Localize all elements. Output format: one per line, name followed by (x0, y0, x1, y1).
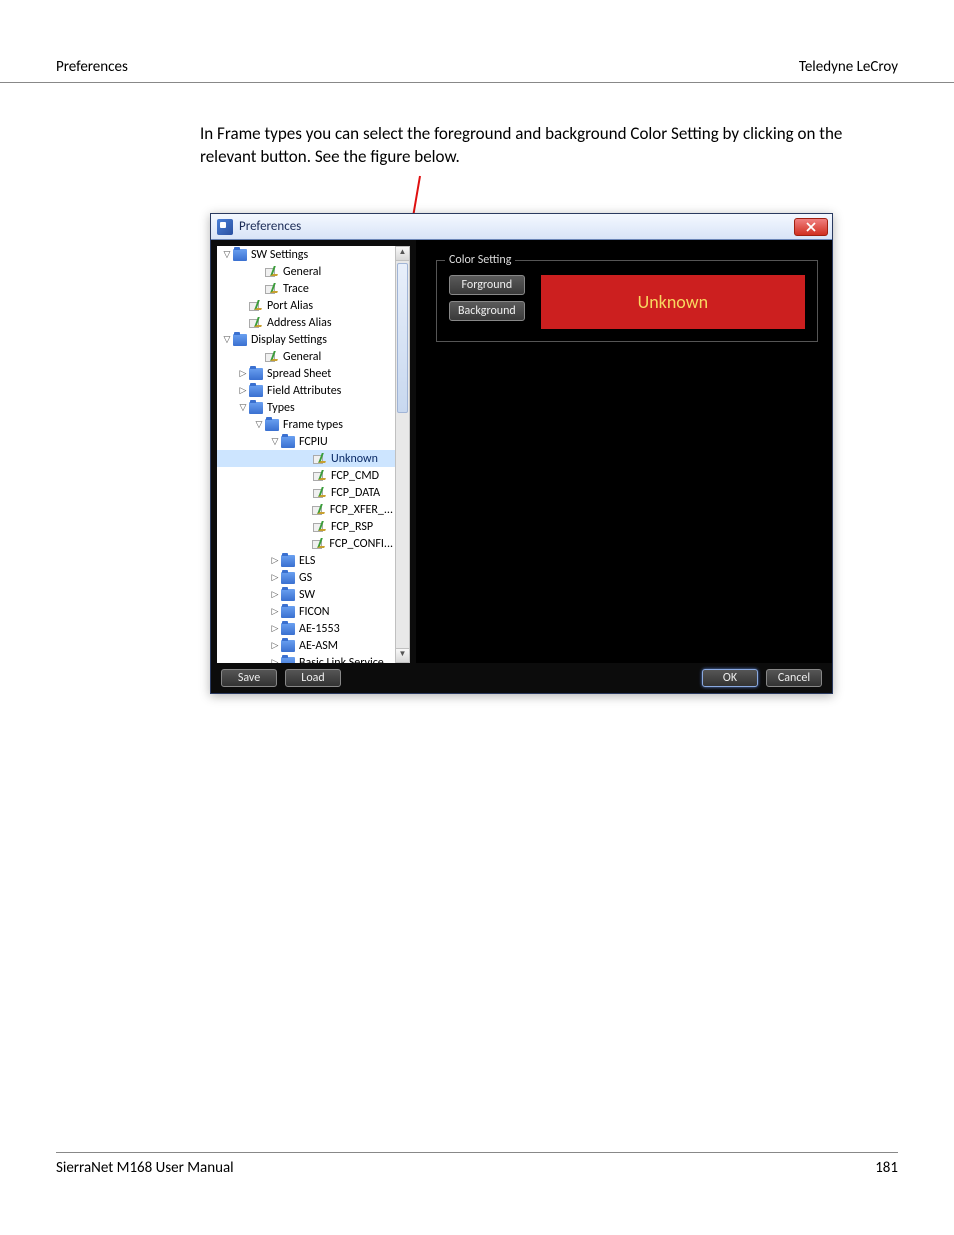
chevron-down-icon: ▽ (269, 436, 281, 447)
leaf-icon (265, 283, 279, 294)
scroll-down-button[interactable]: ▼ (396, 648, 409, 662)
chevron-right-icon: ▷ (269, 657, 281, 663)
tree-item-bls[interactable]: ▷Basic Link Service (217, 654, 395, 663)
tree-item-display-settings[interactable]: ▽Display Settings (217, 331, 395, 348)
leaf-icon (249, 317, 263, 328)
folder-icon (281, 572, 295, 584)
tree-item-els[interactable]: ▷ELS (217, 552, 395, 569)
close-icon (806, 222, 816, 232)
folder-icon (281, 555, 295, 567)
scroll-up-button[interactable]: ▲ (396, 247, 409, 261)
tree-item-aeasm[interactable]: ▷AE-ASM (217, 637, 395, 654)
tree-scrollbar[interactable]: ▲ ▼ (395, 246, 410, 663)
folder-icon (281, 657, 295, 664)
tree-item-trace[interactable]: Trace (217, 280, 395, 297)
tree-item-unknown[interactable]: Unknown (217, 450, 395, 467)
leaf-icon (265, 351, 279, 362)
chevron-down-icon: ▽ (221, 334, 233, 345)
tree-item-ae1553[interactable]: ▷AE-1553 (217, 620, 395, 637)
footer-page-number: 181 (875, 1159, 898, 1177)
ok-button[interactable]: OK (702, 669, 758, 687)
chevron-right-icon: ▷ (237, 368, 249, 379)
leaf-icon (312, 538, 325, 549)
tree-item-sw-settings[interactable]: ▽SW Settings (217, 246, 395, 263)
tree-item-sw[interactable]: ▷SW (217, 586, 395, 603)
tree-item-fcp-cmd[interactable]: FCP_CMD (217, 467, 395, 484)
load-button[interactable]: Load (285, 669, 341, 687)
folder-icon (281, 606, 295, 618)
tree-item-general[interactable]: General (217, 263, 395, 280)
folder-icon (233, 249, 247, 261)
app-icon (217, 219, 233, 235)
chevron-right-icon: ▷ (269, 623, 281, 634)
tree-item-fcp-confi[interactable]: FCP_CONFI... (217, 535, 395, 552)
folder-icon (281, 623, 295, 635)
scroll-thumb[interactable] (397, 263, 408, 413)
save-button[interactable]: Save (221, 669, 277, 687)
leaf-icon (249, 300, 263, 311)
fieldset-legend: Color Setting (445, 253, 515, 267)
header-left: Preferences (56, 58, 128, 76)
dialog-button-bar: Save Load OK Cancel (211, 663, 832, 693)
folder-icon (281, 640, 295, 652)
settings-tree[interactable]: ▽SW Settings General Trace Port Alias Ad… (217, 246, 395, 663)
tree-item-fcp-xfer[interactable]: FCP_XFER_... (217, 501, 395, 518)
tree-item-ficon[interactable]: ▷FICON (217, 603, 395, 620)
folder-icon (265, 419, 279, 431)
cancel-button[interactable]: Cancel (766, 669, 822, 687)
tree-item-ds-general[interactable]: General (217, 348, 395, 365)
close-button[interactable] (794, 218, 828, 236)
leaf-icon (313, 521, 327, 532)
color-setting-panel: Color Setting Forground Background Unkno… (416, 240, 832, 663)
folder-icon (249, 385, 263, 397)
color-setting-fieldset: Color Setting Forground Background Unkno… (436, 260, 818, 342)
folder-icon (249, 368, 263, 380)
chevron-right-icon: ▷ (269, 572, 281, 583)
tree-item-address-alias[interactable]: Address Alias (217, 314, 395, 331)
folder-icon (281, 436, 295, 448)
tree-item-field-attributes[interactable]: ▷Field Attributes (217, 382, 395, 399)
leaf-icon (265, 266, 279, 277)
color-swatch: Unknown (541, 275, 805, 329)
chevron-down-icon: ▽ (221, 249, 233, 260)
leaf-icon (312, 504, 325, 515)
chevron-right-icon: ▷ (269, 640, 281, 651)
titlebar[interactable]: Preferences (211, 214, 832, 240)
leaf-icon (313, 487, 327, 498)
chevron-right-icon: ▷ (269, 589, 281, 600)
tree-item-fcp-data[interactable]: FCP_DATA (217, 484, 395, 501)
footer-left: SierraNet M168 User Manual (56, 1159, 234, 1177)
folder-icon (281, 589, 295, 601)
chevron-right-icon: ▷ (269, 555, 281, 566)
folder-icon (249, 402, 263, 414)
page-footer: SierraNet M168 User Manual 181 (56, 1152, 898, 1177)
background-button[interactable]: Background (449, 301, 525, 321)
chevron-right-icon: ▷ (269, 606, 281, 617)
chevron-down-icon: ▽ (237, 402, 249, 413)
page-header: Preferences Teledyne LeCroy (0, 0, 954, 83)
tree-panel: ▽SW Settings General Trace Port Alias Ad… (211, 240, 416, 663)
chevron-down-icon: ▽ (253, 419, 265, 430)
foreground-button[interactable]: Forground (449, 275, 525, 295)
preferences-dialog: Preferences ▽SW Settings General Trace P… (210, 213, 833, 694)
tree-item-spread-sheet[interactable]: ▷Spread Sheet (217, 365, 395, 382)
tree-item-port-alias[interactable]: Port Alias (217, 297, 395, 314)
body-paragraph: In Frame types you can select the foregr… (200, 123, 898, 169)
dialog-title: Preferences (239, 219, 794, 234)
tree-item-fcp-rsp[interactable]: FCP_RSP (217, 518, 395, 535)
tree-item-gs[interactable]: ▷GS (217, 569, 395, 586)
leaf-icon (313, 470, 327, 481)
tree-item-types[interactable]: ▽Types (217, 399, 395, 416)
header-right: Teledyne LeCroy (799, 58, 898, 76)
tree-item-frame-types[interactable]: ▽Frame types (217, 416, 395, 433)
tree-item-fcpiu[interactable]: ▽FCPIU (217, 433, 395, 450)
chevron-right-icon: ▷ (237, 385, 249, 396)
swatch-label: Unknown (638, 291, 708, 313)
leaf-icon (313, 453, 327, 464)
folder-icon (233, 334, 247, 346)
